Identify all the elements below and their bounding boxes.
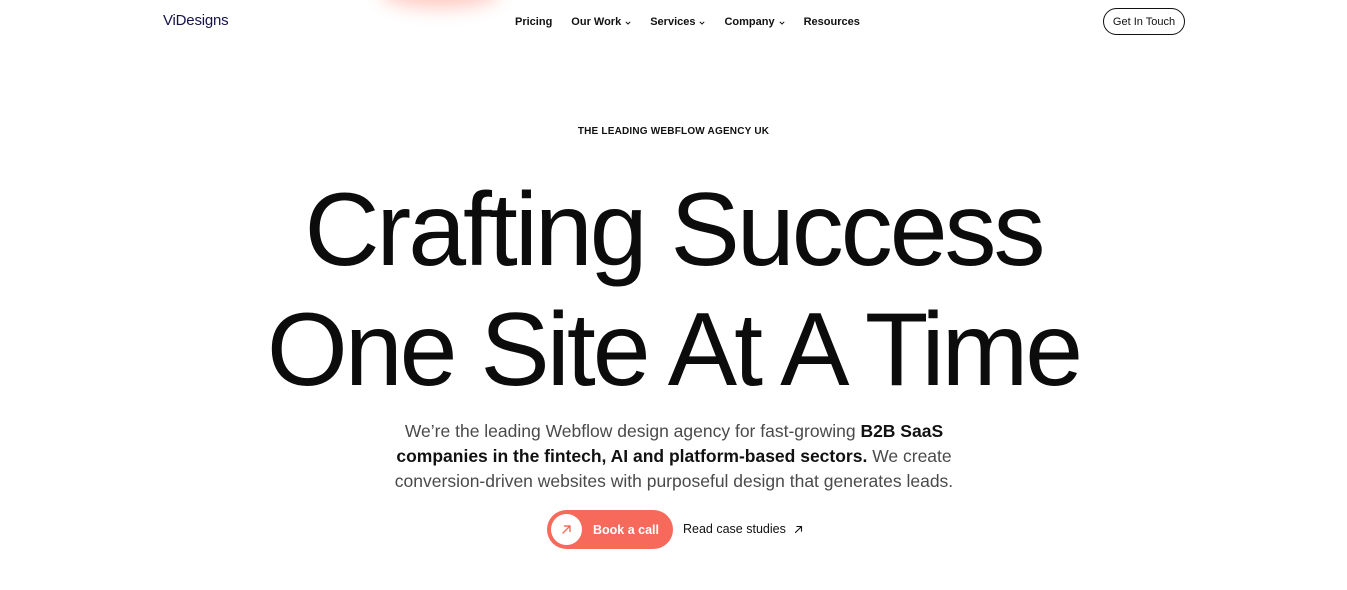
chevron-down-icon <box>625 20 631 25</box>
hero-title-line-1: Crafting Success <box>304 172 1045 288</box>
logo[interactable]: ViDesigns <box>163 12 229 29</box>
read-case-studies-link[interactable]: Read case studies <box>683 522 803 536</box>
nav-item-services[interactable]: Services <box>650 16 706 29</box>
hero-eyebrow: THE LEADING WEBFLOW AGENCY UK <box>577 126 770 137</box>
chevron-down-icon <box>779 20 785 25</box>
nav-item-label: Pricing <box>515 16 553 28</box>
book-a-call-label: Book a call <box>593 522 659 537</box>
nav-item-our-work[interactable]: Our Work <box>571 16 631 29</box>
nav-item-label: Our Work <box>571 16 622 28</box>
decorative-glow <box>380 0 500 8</box>
nav-item-label: Services <box>650 16 696 28</box>
nav-item-label: Company <box>724 16 775 28</box>
page: ViDesigns Pricing Our Work Services Comp… <box>0 0 1347 590</box>
hero-subtitle-part-1: We’re the leading Webflow design agency … <box>404 421 861 441</box>
nav-item-pricing[interactable]: Pricing <box>515 16 552 29</box>
main-nav: Pricing Our Work Services Company Resour… <box>515 16 860 29</box>
nav-item-company[interactable]: Company <box>724 16 785 29</box>
arrow-up-right-icon <box>794 525 803 534</box>
hero-title: Crafting Success One Site At A Time <box>0 170 1347 410</box>
hero-subtitle: We’re the leading Webflow design agency … <box>378 419 970 494</box>
get-in-touch-button[interactable]: Get In Touch <box>1103 8 1185 35</box>
nav-item-label: Resources <box>803 16 860 28</box>
nav-item-resources[interactable]: Resources <box>804 16 860 29</box>
book-a-call-button[interactable]: Book a call <box>547 510 673 549</box>
chevron-down-icon <box>699 20 706 25</box>
arrow-up-right-icon <box>551 514 582 545</box>
hero-title-line-2: One Site At A Time <box>266 292 1083 408</box>
read-case-studies-label: Read case studies <box>683 522 786 536</box>
